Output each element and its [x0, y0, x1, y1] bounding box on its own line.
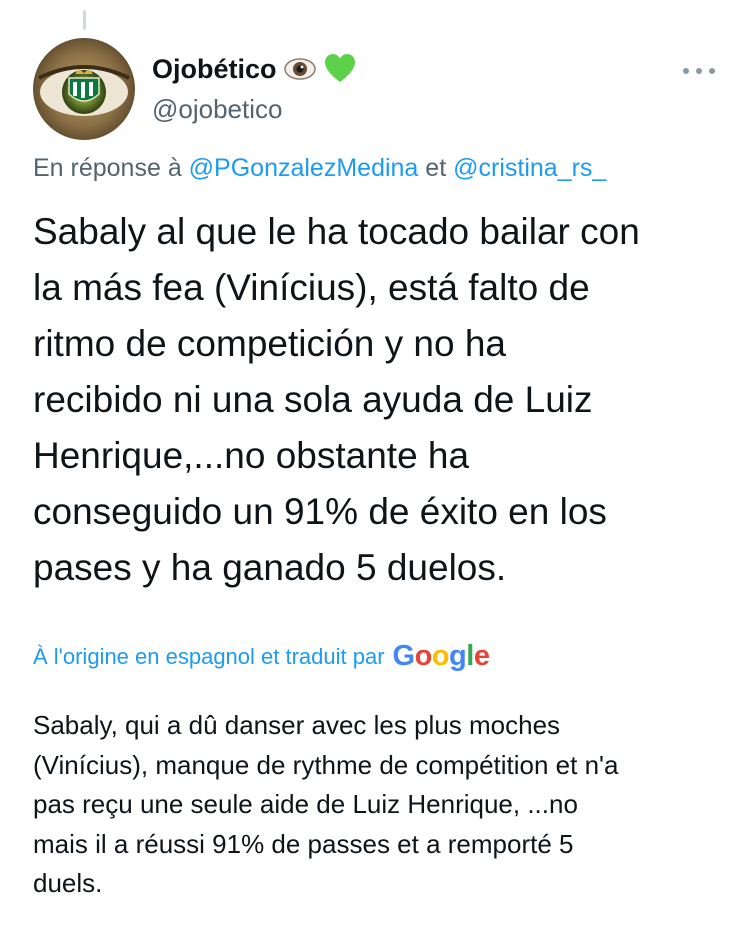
eye-emoji-icon: [283, 52, 317, 86]
translation-attribution: À l'origine en espagnol et traduit par G…: [33, 640, 490, 673]
google-logo: Google: [393, 640, 490, 673]
more-options-button[interactable]: [680, 56, 718, 86]
eye-avatar-icon: [33, 38, 135, 140]
google-logo-letter: g: [449, 640, 467, 672]
author-handle[interactable]: @ojobetico: [152, 94, 282, 125]
reply-conjunction: et: [425, 154, 447, 182]
tweet-text: Sabaly al que le ha tocado bailar con la…: [33, 211, 640, 588]
author-display-name[interactable]: Ojobético: [152, 54, 277, 85]
translated-tweet-text: Sabaly, qui a dû danser avec les plus mo…: [33, 710, 619, 898]
green-heart-emoji-icon: [323, 52, 357, 86]
reply-mention-cristina-rs[interactable]: @cristina_rs_: [453, 154, 606, 182]
reply-mention-pgonzalezmedina[interactable]: @PGonzalezMedina: [189, 154, 419, 182]
thread-connector-line: [83, 10, 86, 30]
reply-prefix: En réponse à: [33, 154, 182, 182]
translation-label[interactable]: À l'origine en espagnol et traduit par: [33, 644, 385, 670]
google-logo-letter: G: [392, 640, 416, 672]
google-logo-letter: e: [473, 640, 490, 672]
reply-context: En réponse à @PGonzalezMedina et @cristi…: [33, 154, 606, 183]
google-logo-letter: o: [414, 640, 433, 672]
author-name-row[interactable]: Ojobético: [152, 52, 357, 86]
google-logo-letter: l: [466, 640, 474, 672]
more-dots-icon: [683, 68, 715, 74]
google-logo-letter: o: [431, 640, 450, 672]
avatar[interactable]: [33, 38, 135, 140]
